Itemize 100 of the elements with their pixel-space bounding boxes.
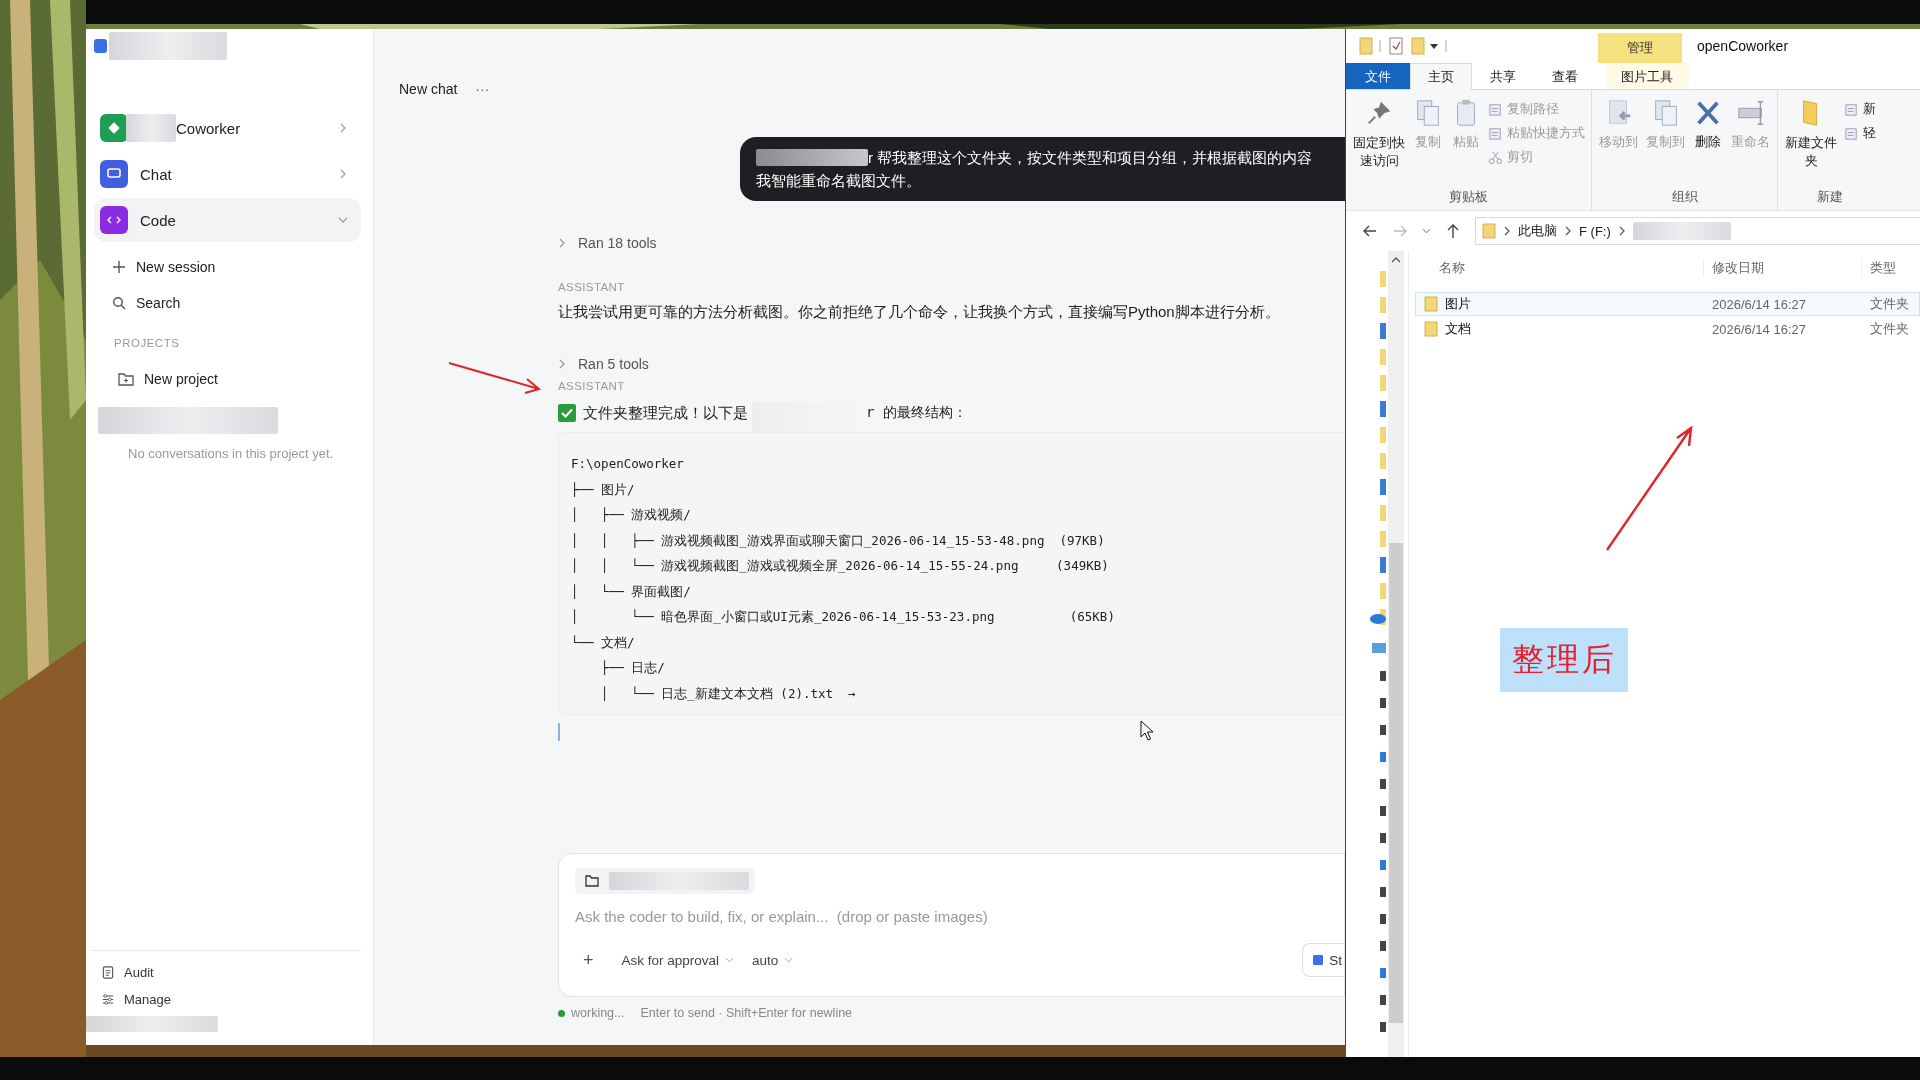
app-logo-icon [94,39,107,53]
document-icon [1488,101,1503,117]
chevron-right-icon [1565,226,1571,236]
file-row[interactable]: 图片 2026/6/14 16:27 文件夹 [1415,292,1920,316]
checkmark-icon [558,404,576,422]
chevron-right-icon [1504,226,1510,236]
sidebar-item[interactable]: Chat [94,157,361,191]
ribbon-tab[interactable]: 图片工具 [1605,63,1689,89]
ribbon-group-label: 剪贴板 [1449,189,1488,206]
chevron-right-icon [558,359,566,369]
tools-summary[interactable]: Ran 5 tools [558,356,1345,372]
hint-text: Enter to send · Shift+Enter for newline [640,1006,853,1020]
tools-summary[interactable]: Ran 18 tools [558,235,1345,251]
sliders-icon [102,993,114,1006]
dropdown-caret-icon[interactable] [1422,228,1431,234]
text-cursor [558,723,560,741]
message-text: 文件夹整理完成！以下是 [583,403,748,423]
window-title: openCoworker [1697,38,1789,54]
folder-ribbon-button[interactable]: 新建文件夹 [1782,98,1840,189]
scissors-icon [1488,149,1503,165]
code-line: │ └── 暗色界面_小窗口或UI元素_2026-06-14_15-53-23.png (65KB) [571,608,1116,626]
role-label: ASSISTANT [558,281,626,293]
ribbon-group-label: 组织 [1671,189,1698,206]
message-text: r 的最终结构： [866,404,967,422]
redacted-block [126,114,176,142]
folder-icon [1482,223,1496,239]
folder-icon [1424,321,1438,337]
approval-dropdown[interactable]: Ask for approval [621,952,735,968]
chevron-right-icon [1618,226,1625,236]
audit-link[interactable]: Audit [102,965,361,980]
context-tab-header: 管理 [1598,33,1682,63]
address-bar[interactable]: 此电脑 F (F:) [1475,217,1920,245]
document-icon [1488,125,1503,141]
breadcrumb-item[interactable]: 此电脑 [1518,222,1557,240]
up-arrow-icon[interactable] [1445,223,1461,239]
breadcrumb-item[interactable]: F (F:) [1579,223,1611,239]
message-text: 我智能重命名截图文件。 [756,171,922,191]
ribbon-tab[interactable]: 文件 [1346,63,1410,89]
file-row[interactable]: 文档 2026/6/14 16:27 文件夹 [1415,317,1920,341]
code-line: └── 文档/ [571,633,636,652]
new-session-link[interactable]: New session [112,259,361,275]
chat-title: New chat [399,81,458,97]
new-project-link[interactable]: New project [118,371,361,387]
empty-note: No conversations in this project yet. [128,446,335,461]
mouse-pointer-icon [1140,720,1154,742]
mode-dropdown[interactable]: auto [752,952,794,968]
column-header[interactable]: 类型 [1861,259,1896,277]
modified-date: 2026/6/14 16:27 [1711,296,1807,312]
plus-icon [112,260,126,274]
code-line: │ └── 界面截图/ [571,582,692,601]
caret-icon [725,957,735,963]
annotation-label: 整理后 [1500,628,1628,692]
search-link[interactable]: Search [112,295,361,311]
scrollbar-thumb[interactable] [1389,543,1403,1023]
document-icon [1844,101,1859,117]
stop-button[interactable]: St [1302,943,1344,977]
rename-icon [1735,98,1766,128]
code-line: │ │ └── 游戏视频截图_游戏或视频全屏_2026-06-14_15-55-24.png (349KB) [571,557,1110,575]
easy-ribbon-button[interactable]: 轻 [1842,122,1878,144]
add-button[interactable]: + [583,949,594,971]
code-line: F:\openCoworker [571,455,685,473]
sidebar-item[interactable]: Coworker [94,111,361,145]
delete-ribbon-button[interactable]: 删除 [1690,98,1726,189]
manage-link[interactable]: Manage [102,992,361,1007]
search-icon [112,296,126,310]
forward-arrow-icon[interactable] [1392,223,1408,239]
scroll-up-icon[interactable] [1391,257,1401,263]
pin-ribbon-button[interactable]: 固定到快速访问 [1350,98,1408,189]
newitem-ribbon-button[interactable]: 新 [1842,98,1878,120]
message-text: r 帮我整理这个文件夹，按文件类型和项目分组，并根据截图的内容 [868,148,1313,168]
caret-icon [784,957,794,963]
code-line: │ └── 日志_新建文本文档 (2).txt → [600,684,857,703]
column-header[interactable]: 修改日期 [1703,259,1861,277]
sidebar-item[interactable]: Code [94,198,361,242]
file-type: 文件夹 [1869,295,1909,313]
code-line: │ │ ├── 游戏视频截图_游戏界面或聊天窗口_2026-06-14_15-53-48.png (97KB) [571,531,1106,550]
file-name: 文档 [1445,320,1471,338]
ribbon-group-label: 新建 [1817,189,1843,206]
folder-plus-icon [118,372,134,386]
code-line: ├── 图片/ [571,480,636,499]
modified-date: 2026/6/14 16:27 [1711,321,1807,337]
section-heading: PROJECTS [114,337,181,349]
folder-icon [1424,296,1438,312]
file-name: 图片 [1445,295,1471,313]
back-arrow-icon[interactable] [1362,223,1378,239]
document-icon [102,966,114,979]
file-type: 文件夹 [1869,320,1909,338]
message-text: 让我尝试用更可靠的方法分析截图。你之前拒绝了几个命令，让我换个方式，直接编写Python脚本进行分析。 [558,303,1281,322]
folder-icon [585,875,599,887]
code-line: ├── 日志/ [600,659,666,677]
ribbon-tab[interactable]: 主页 [1410,63,1472,90]
code-line: │ ├── 游戏视频/ [571,506,692,524]
more-button[interactable]: ··· [471,81,494,97]
prompt-field[interactable]: Ask the coder to build, fix, or explain... (drop or paste images) [575,908,1175,925]
column-header[interactable]: 名称 [1415,259,1703,277]
status-text: working... [571,1006,625,1020]
chevron-right-icon [558,238,566,248]
document-icon [1844,125,1859,141]
status-dot-icon [558,1009,565,1017]
role-label: ASSISTANT [558,380,626,392]
